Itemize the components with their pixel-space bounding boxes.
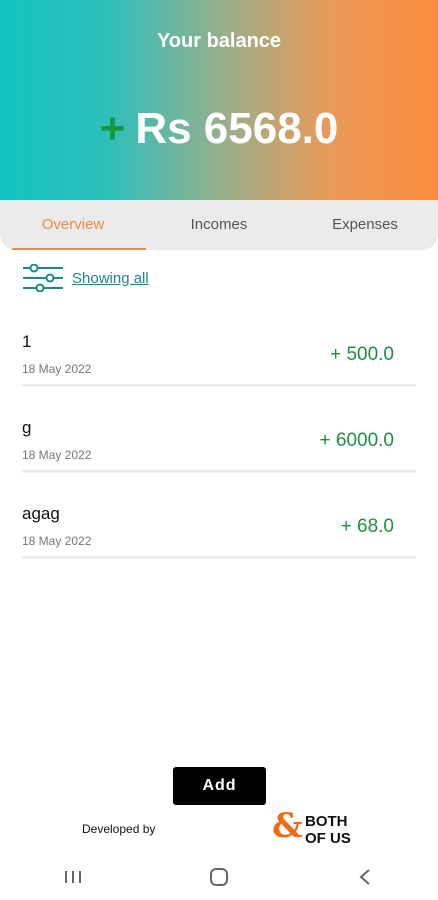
developer-logo: & BOTH OF US	[272, 806, 364, 848]
balance-amount: + Rs 6568.0	[0, 104, 438, 154]
back-icon[interactable]	[335, 857, 395, 897]
filter-label[interactable]: Showing all	[72, 270, 149, 287]
logo-line2: OF US	[305, 830, 351, 847]
transaction-date: 18 May 2022	[22, 448, 92, 462]
logo-ampersand: &	[272, 806, 303, 846]
transaction-date: 18 May 2022	[22, 534, 92, 548]
balance-title: Your balance	[156, 30, 282, 52]
add-button[interactable]: Add	[173, 767, 266, 805]
tab-bar: Overview Incomes Expenses	[0, 200, 438, 250]
tab-overview[interactable]: Overview	[0, 200, 146, 250]
divider	[22, 556, 416, 558]
transaction-date: 18 May 2022	[22, 362, 92, 376]
transaction-title: 1	[22, 332, 32, 351]
tab-expenses[interactable]: Expenses	[292, 200, 438, 250]
transaction-title: agag	[22, 504, 60, 523]
filter-control[interactable]: Showing all	[22, 264, 149, 292]
transaction-title: g	[22, 418, 32, 437]
balance-sign: +	[99, 104, 126, 153]
list-item[interactable]: 1 18 May 2022 + 500.0	[22, 318, 416, 404]
transaction-list: 1 18 May 2022 + 500.0 g 18 May 2022 + 60…	[22, 318, 416, 576]
list-item[interactable]: agag 18 May 2022 + 68.0	[22, 490, 416, 576]
balance-value: Rs 6568.0	[135, 104, 339, 153]
transaction-amount: + 68.0	[340, 516, 394, 537]
divider	[22, 384, 416, 386]
developed-by-label: Developed by	[82, 822, 156, 836]
home-icon[interactable]	[189, 857, 249, 897]
transaction-amount: + 500.0	[330, 344, 394, 365]
logo-line1: BOTH	[305, 813, 348, 830]
list-item[interactable]: g 18 May 2022 + 6000.0	[22, 404, 416, 490]
filter-sliders-icon[interactable]	[22, 264, 64, 292]
divider	[22, 470, 416, 472]
recent-apps-icon[interactable]	[43, 857, 103, 897]
balance-header: Your balance + Rs 6568.0	[0, 0, 438, 200]
tab-incomes[interactable]: Incomes	[146, 200, 292, 250]
transaction-amount: + 6000.0	[319, 430, 395, 451]
system-nav-bar	[0, 854, 438, 900]
